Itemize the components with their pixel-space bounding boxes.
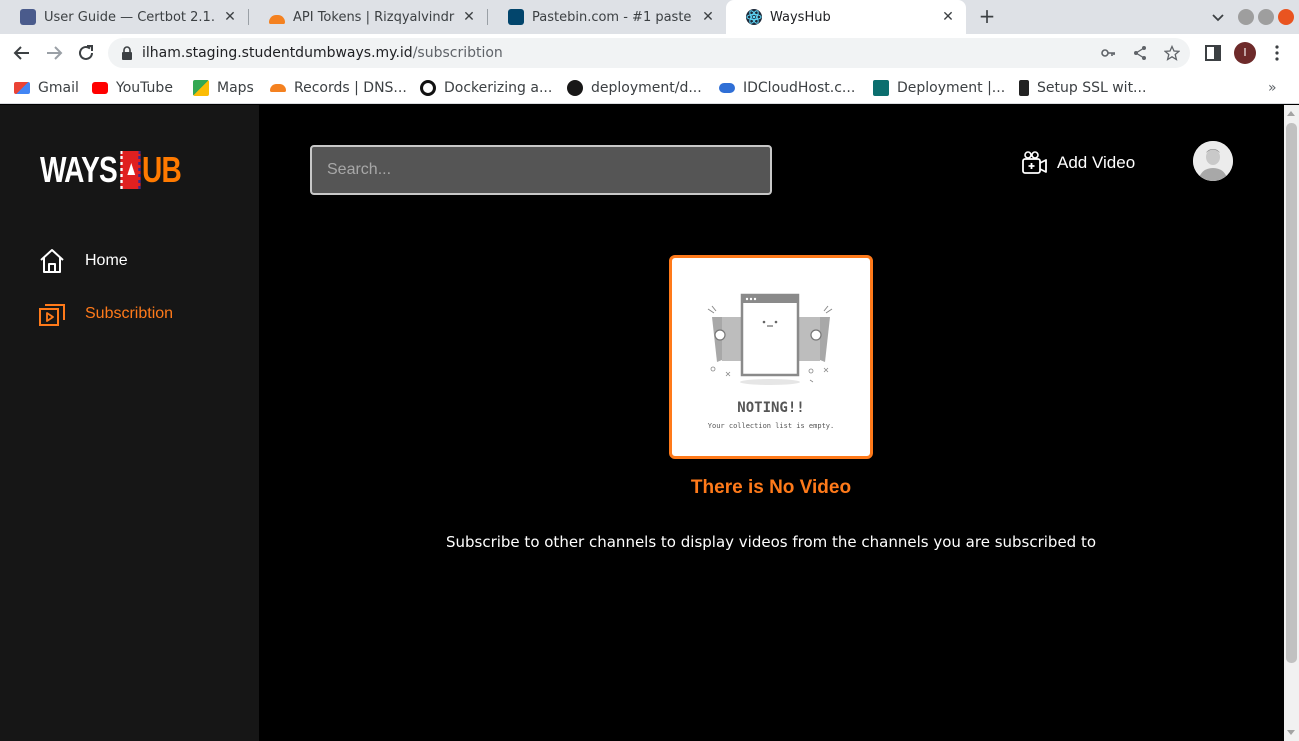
- bookmarks-bar: Gmail YouTube Maps Records | DNS... Dock…: [0, 72, 1299, 104]
- react-icon: [746, 9, 762, 25]
- idcloudhost-icon: [719, 83, 735, 93]
- tab-title: WaysHub: [770, 9, 831, 25]
- youtube-icon: [92, 82, 108, 94]
- add-video-label: Add Video: [1057, 153, 1136, 172]
- close-icon[interactable]: ✕: [940, 9, 956, 25]
- close-window-button[interactable]: [1278, 9, 1294, 25]
- bookmark-youtube[interactable]: YouTube: [92, 77, 173, 99]
- close-icon[interactable]: ✕: [700, 9, 716, 25]
- bookmark-label: Deployment |...: [897, 80, 1006, 96]
- more-vert-icon[interactable]: [1268, 44, 1286, 62]
- ssl-icon: [1019, 80, 1029, 96]
- tab-pastebin[interactable]: Pastebin.com - #1 paste to ✕: [488, 0, 726, 34]
- bookmark-maps[interactable]: Maps: [193, 77, 254, 99]
- search-input[interactable]: [310, 145, 772, 195]
- address-bar[interactable]: ilham.staging.studentdumbways.my.id/subs…: [108, 38, 1190, 68]
- logo-text-ways: WAYS: [40, 149, 118, 190]
- sidebar-item-home[interactable]: Home: [38, 246, 128, 276]
- bookmark-gmail[interactable]: Gmail: [14, 77, 79, 99]
- bookmark-label: YouTube: [116, 80, 173, 96]
- sidebar-item-subscription[interactable]: Subscribtion: [38, 299, 173, 329]
- tab-title: User Guide — Certbot 2.1.: [44, 9, 215, 25]
- url-path: /subscribtion: [412, 45, 503, 61]
- bookmark-label: Records | DNS...: [294, 80, 407, 96]
- empty-state-subtitle: Your collection list is empty.: [707, 422, 835, 430]
- bookmark-deployment-github[interactable]: deployment/d...: [567, 77, 702, 99]
- sidebar-item-label: Subscribtion: [85, 305, 174, 322]
- tab-wayshub[interactable]: WaysHub ✕: [726, 0, 966, 34]
- tab-certbot[interactable]: User Guide — Certbot 2.1. ✕: [0, 0, 248, 34]
- close-icon[interactable]: ✕: [222, 9, 238, 25]
- bookmark-idcloudhost[interactable]: IDCloudHost.c...: [719, 77, 855, 99]
- user-avatar[interactable]: [1193, 141, 1233, 181]
- no-video-heading: There is No Video: [690, 477, 852, 498]
- bookmark-records-dns[interactable]: Records | DNS...: [270, 77, 407, 99]
- tab-api-tokens[interactable]: API Tokens | Rizqyalvindra ✕: [249, 0, 487, 34]
- bookmark-label: Setup SSL wit...: [1037, 80, 1147, 96]
- page-scrollbar[interactable]: [1284, 105, 1299, 741]
- bookmark-label: Gmail: [38, 80, 79, 96]
- cloudflare-icon: [270, 84, 286, 92]
- browser-tab-strip: User Guide — Certbot 2.1. ✕ API Tokens |…: [0, 0, 1299, 34]
- maximize-button[interactable]: [1258, 9, 1274, 25]
- no-video-description: Subscribe to other channels to display v…: [445, 533, 1097, 551]
- forward-arrow-icon[interactable]: [42, 41, 66, 65]
- bookmark-label: deployment/d...: [591, 80, 702, 96]
- bookmark-label: Dockerizing a...: [444, 80, 553, 96]
- scroll-up-arrow-icon[interactable]: [1287, 111, 1295, 116]
- close-icon[interactable]: ✕: [461, 9, 477, 25]
- logo-play-mark-icon: [120, 151, 141, 189]
- minimize-button[interactable]: [1238, 9, 1254, 25]
- lock-icon[interactable]: [121, 46, 133, 60]
- maps-icon: [193, 80, 209, 96]
- pastebin-icon: [508, 9, 524, 25]
- url-host: ilham.staging.studentdumbways.my.id: [142, 45, 413, 61]
- sidebar-item-label: Home: [85, 252, 128, 269]
- cloudflare-icon: [269, 14, 285, 24]
- book-icon: [20, 9, 36, 25]
- empty-state-title: NOTING!!: [737, 400, 805, 416]
- bookmark-dockerizing[interactable]: Dockerizing a...: [420, 77, 552, 99]
- bookmark-deployment[interactable]: Deployment |...: [873, 77, 1005, 99]
- bookmark-setup-ssl[interactable]: Setup SSL wit...: [1019, 77, 1146, 99]
- scroll-down-arrow-icon[interactable]: [1287, 730, 1295, 735]
- add-video-button[interactable]: Add Video: [1020, 149, 1135, 177]
- back-arrow-icon[interactable]: [10, 41, 34, 65]
- reload-icon[interactable]: [74, 41, 98, 65]
- key-icon[interactable]: [1100, 45, 1116, 61]
- tab-title: Pastebin.com - #1 paste to: [532, 9, 694, 25]
- react-icon: [873, 80, 889, 96]
- star-icon[interactable]: [1164, 45, 1180, 61]
- app-root: WAYS UB Home Subscribtion Add Video: [0, 105, 1284, 741]
- empty-box-illustration-icon: [707, 293, 833, 385]
- url-text: ilham.staging.studentdumbways.my.id/subs…: [142, 45, 503, 61]
- share-icon[interactable]: [1132, 45, 1148, 61]
- circle-logo-icon: [420, 80, 436, 96]
- tab-title: API Tokens | Rizqyalvindra: [293, 9, 455, 25]
- chevron-down-icon[interactable]: [1208, 7, 1228, 27]
- sidebar: WAYS UB Home Subscribtion: [0, 105, 259, 741]
- empty-state-illustration: NOTING!! Your collection list is empty.: [669, 255, 873, 459]
- subscription-icon: [39, 304, 65, 326]
- bookmark-label: Maps: [217, 80, 254, 96]
- user-avatar-image: [1193, 141, 1233, 181]
- scrollbar-thumb[interactable]: [1286, 123, 1297, 663]
- logo-text-hub: UB: [141, 149, 182, 190]
- video-camera-add-icon: [1022, 151, 1047, 174]
- github-icon: [567, 80, 583, 96]
- chevron-double-right-icon[interactable]: »: [1268, 80, 1277, 96]
- bookmark-label: IDCloudHost.c...: [743, 80, 856, 96]
- wayshub-logo[interactable]: WAYS UB: [40, 149, 182, 190]
- profile-avatar[interactable]: I: [1234, 42, 1256, 64]
- gmail-icon: [14, 82, 30, 94]
- side-panel-icon[interactable]: [1204, 44, 1222, 62]
- home-icon: [40, 249, 64, 273]
- browser-toolbar: ilham.staging.studentdumbways.my.id/subs…: [0, 34, 1299, 72]
- new-tab-button[interactable]: +: [976, 5, 998, 27]
